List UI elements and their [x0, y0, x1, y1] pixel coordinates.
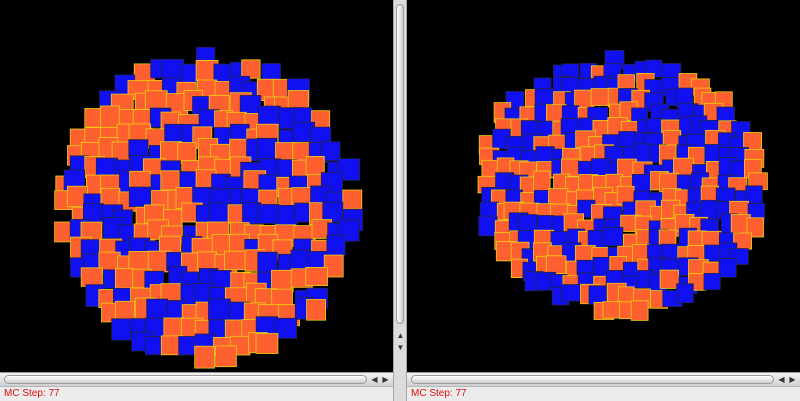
right-scroll-thumb[interactable] — [411, 375, 774, 384]
cell — [659, 269, 679, 289]
cell — [287, 90, 310, 111]
cell — [478, 215, 498, 237]
left-mc-step-label: MC Step: 77 — [4, 388, 60, 399]
cell — [634, 143, 652, 164]
cell — [239, 95, 262, 115]
cell — [519, 214, 538, 233]
cell — [602, 301, 623, 319]
cell — [603, 226, 624, 247]
left-scroll-left-icon[interactable]: ◀ — [369, 374, 380, 385]
cell — [533, 170, 551, 191]
cell — [194, 345, 215, 369]
cell — [207, 202, 229, 226]
cell — [676, 283, 694, 304]
cell — [326, 234, 346, 256]
left-scroll-thumb[interactable] — [4, 375, 367, 384]
cell — [128, 186, 152, 208]
cell — [322, 201, 344, 223]
right-status-bar: MC Step: 77 — [407, 386, 800, 401]
cell — [146, 298, 169, 321]
cell — [215, 345, 237, 368]
right-scroll-right-icon[interactable]: ▶ — [787, 374, 798, 385]
cell — [745, 185, 763, 204]
cell — [275, 204, 298, 227]
cell — [224, 250, 247, 271]
cell — [545, 255, 567, 275]
right-mc-step-label: MC Step: 77 — [411, 388, 467, 399]
cell — [673, 157, 694, 176]
cell — [590, 88, 610, 106]
cell — [256, 137, 278, 160]
left-cell-lattice — [54, 46, 363, 369]
scroll-down-icon[interactable]: ▼ — [395, 342, 406, 353]
cell — [548, 188, 569, 206]
cell — [257, 251, 278, 273]
cell — [241, 59, 261, 79]
cell — [208, 298, 231, 321]
left-scroll-right-icon[interactable]: ▶ — [380, 374, 391, 385]
left-horizontal-scrollbar[interactable]: ◀ ▶ — [0, 372, 393, 386]
cell — [115, 268, 134, 289]
left-lattice-view[interactable] — [0, 0, 393, 372]
cell — [274, 317, 297, 339]
cell — [630, 300, 649, 321]
right-lattice-view[interactable] — [407, 0, 800, 372]
cell — [255, 333, 279, 354]
right-horizontal-scrollbar[interactable]: ◀ ▶ — [407, 372, 800, 386]
right-cell-lattice — [477, 50, 768, 321]
left-simulation-pane: ◀ ▶ MC Step: 77 — [0, 0, 393, 401]
cell — [111, 318, 134, 341]
cell — [342, 189, 363, 210]
scroll-up-icon[interactable]: ▲ — [395, 330, 406, 341]
right-scroll-left-icon[interactable]: ◀ — [776, 374, 787, 385]
left-status-bar: MC Step: 77 — [0, 386, 393, 401]
cell — [258, 105, 281, 127]
cell — [537, 215, 554, 233]
cell — [305, 266, 328, 286]
cell — [80, 267, 103, 287]
cell — [306, 299, 327, 321]
cell — [631, 173, 651, 192]
cell — [224, 319, 244, 339]
pane-splitter[interactable]: ▲ ▼ — [393, 0, 407, 401]
cell — [561, 284, 582, 302]
vertical-scroll-thumb[interactable] — [396, 4, 404, 324]
cell — [257, 204, 280, 224]
cell — [703, 272, 721, 291]
cell — [618, 131, 637, 149]
right-simulation-pane: ◀ ▶ MC Step: 77 — [407, 0, 800, 401]
cell — [161, 58, 185, 80]
cell — [718, 258, 737, 278]
